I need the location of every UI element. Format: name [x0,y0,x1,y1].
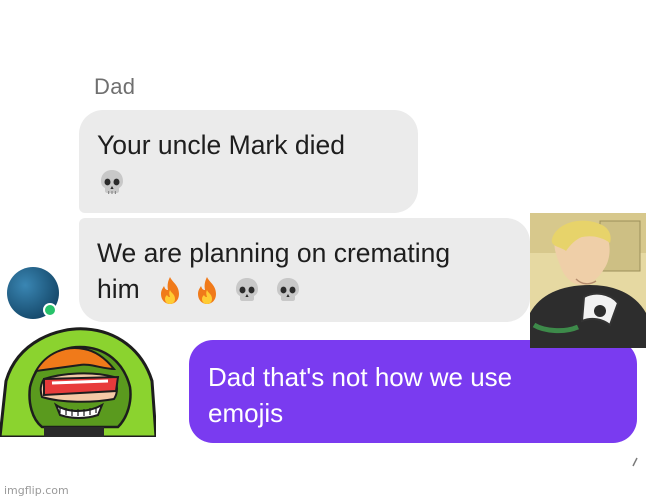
message-text: him [97,274,140,304]
message-bubble-3[interactable]: Dad that's not how we use emojis [189,340,637,443]
message-bubble-1[interactable]: Your uncle Mark died [79,110,418,213]
watermark: imgflip.com [4,484,69,497]
skull-emoji-icon [97,168,127,198]
fire-emoji-icon [157,276,183,306]
avatar[interactable] [6,266,62,322]
message-text: Your uncle Mark died [97,130,345,160]
message-text: Dad that's not how we use [208,362,513,392]
message-text: emojis [208,398,284,428]
sent-indicator-icon [632,454,638,467]
character-image-right [530,213,646,348]
skull-emoji-icon [273,276,303,306]
avatar-icon [7,267,59,319]
character-image-left [0,327,156,437]
message-text: We are planning on cremating [97,238,451,268]
sender-name: Dad [94,74,136,99]
fire-emoji-icon [194,276,220,306]
skull-emoji-icon [232,276,262,306]
message-bubble-2[interactable]: We are planning on cremating him [79,218,530,322]
